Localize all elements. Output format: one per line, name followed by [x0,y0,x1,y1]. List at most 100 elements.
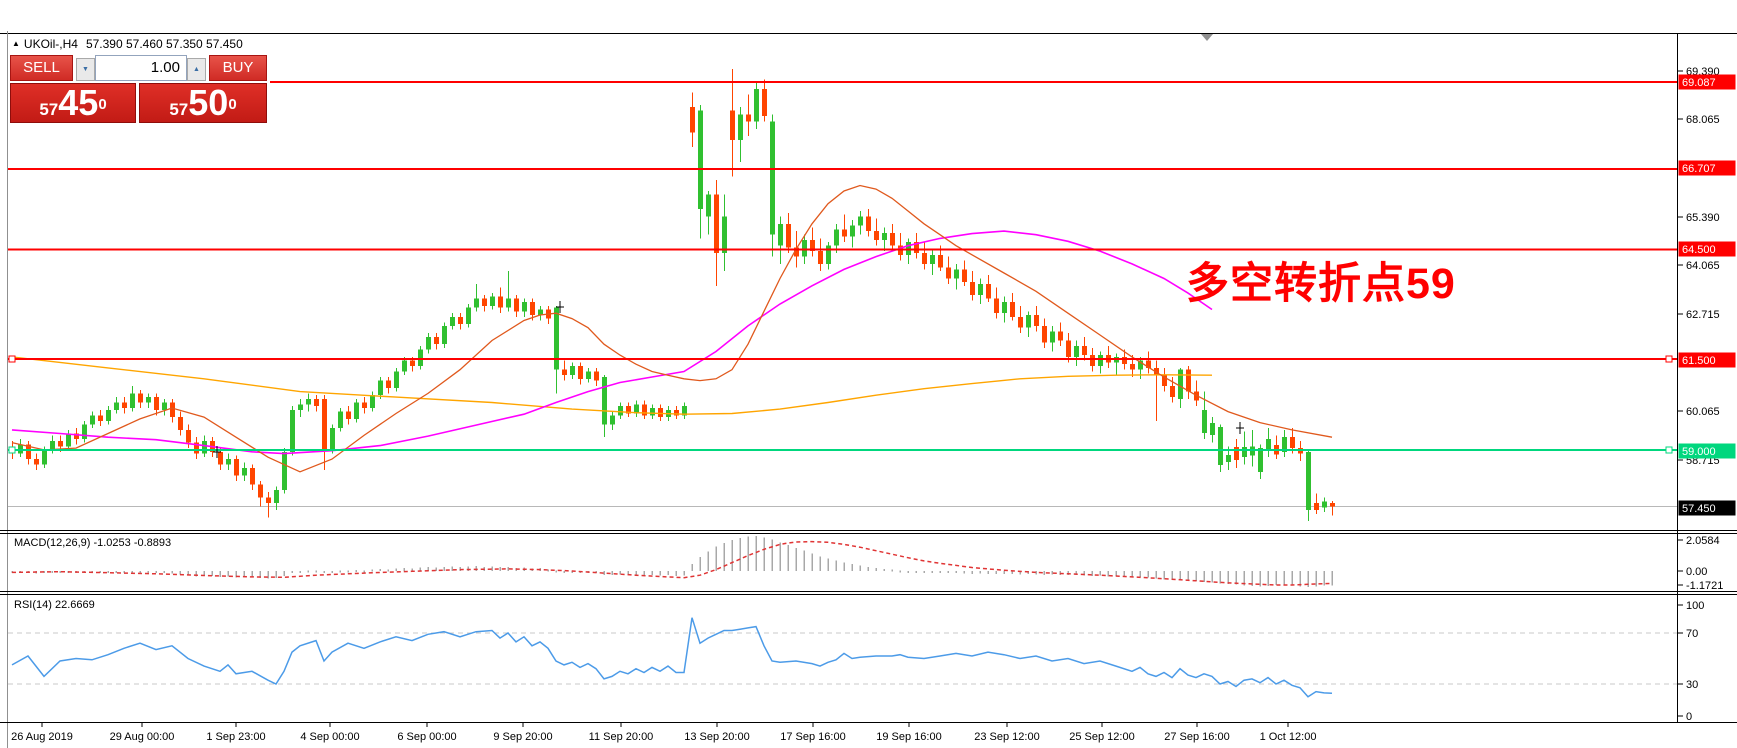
candle-body [1178,369,1183,399]
candle-body [882,232,887,241]
candle-body [90,415,95,425]
date-label: 1 Sep 23:00 [206,731,265,743]
macd-histogram-bar [387,569,389,572]
candle-body [362,402,367,408]
buy-price-display[interactable]: 57 50 0 [139,83,267,123]
candle-body [242,468,247,476]
macd-histogram-bar [707,551,709,571]
rsi-tick-label: 100 [1686,600,1704,612]
candle-body [754,88,759,122]
buy-price-prefix: 57 [169,100,189,119]
macd-histogram-bar [59,571,61,573]
sell-button[interactable]: SELL [10,55,73,81]
macd-histogram-bar [1211,571,1213,583]
candle-body [298,404,303,410]
candle-body [378,380,383,396]
macd-histogram-bar [283,571,285,576]
candle-body [514,298,519,312]
macd-histogram-bar [787,545,789,571]
candle-body [690,107,695,133]
macd-histogram-bar [891,569,893,572]
candle-body [730,110,735,140]
candle-body [474,298,479,308]
date-label: 11 Sep 20:00 [589,731,654,743]
macd-histogram-bar [1139,571,1141,577]
macd-histogram-bar [763,537,765,571]
macd-histogram-bar [403,567,405,571]
line-handle[interactable] [1665,446,1673,454]
date-label: 23 Sep 12:00 [974,731,1039,743]
rsi-indicator-label: RSI(14) 22.6669 [14,599,95,611]
volume-decrease-button[interactable]: ▼ [76,58,95,81]
macd-histogram-bar [1283,571,1285,585]
date-label: 4 Sep 00:00 [300,731,359,743]
macd-histogram-bar [779,542,781,571]
macd-histogram-bar [227,571,229,577]
candle-body [738,114,743,140]
candle-body [1074,345,1079,357]
candle-body [722,216,727,253]
candle-body [818,251,823,264]
macd-indicator-label: MACD(12,26,9) -1.0253 -0.8893 [14,537,172,549]
candle-body [58,440,63,447]
candle-body [122,402,127,408]
sell-price-prefix: 57 [39,100,59,119]
volume-increase-button[interactable]: ▲ [187,58,206,81]
volume-input[interactable]: 1.00 [95,55,187,81]
macd-histogram-bar [107,571,109,573]
macd-histogram-bar [691,564,693,571]
date-label: 26 Aug 2019 [11,731,73,743]
candle-body [66,433,71,447]
candle-body [786,223,791,248]
candle-body [1018,316,1023,328]
candle-body [130,393,135,408]
candle-body [994,298,999,314]
candle-body [706,194,711,217]
candle-body [946,267,951,279]
candle-body [930,254,935,264]
line-handle[interactable] [8,446,16,454]
candle-body [1258,448,1263,472]
candle-body [1290,437,1295,449]
macd-histogram-bar [1219,571,1221,584]
candle-body [602,376,607,425]
macd-histogram-bar [995,571,997,574]
sell-price-sup: 0 [98,96,107,113]
candle-body [354,402,359,419]
macd-histogram-bar [811,553,813,571]
candle-body [466,307,471,325]
candle-body [530,302,535,315]
macd-histogram-bar [931,571,933,573]
candle-body [506,298,511,308]
macd-histogram-bar [219,571,221,577]
macd-histogram-bar [291,571,293,574]
buy-button[interactable]: BUY [209,55,267,81]
collapse-triangle-icon[interactable]: ▲ [12,39,20,48]
candle-body [562,369,567,376]
macd-histogram-bar [1259,571,1261,587]
candle-body [410,360,415,367]
macd-histogram-bar [323,571,325,573]
macd-histogram-bar [939,571,941,573]
candle-body [426,336,431,350]
macd-histogram-bar [443,566,445,571]
macd-histogram-bar [643,571,645,576]
macd-histogram-bar [299,571,301,573]
candle-body [1322,501,1327,508]
line-handle[interactable] [8,355,16,363]
macd-histogram-bar [899,570,901,573]
macd-histogram-bar [1195,571,1197,582]
candle-body [330,428,335,450]
candle-body [42,449,47,465]
candle-body [282,451,287,491]
macd-histogram-bar [675,571,677,576]
candle-body [850,225,855,237]
sell-price-display[interactable]: 57 45 0 [10,83,136,123]
candle-body [650,407,655,416]
line-handle[interactable] [1665,355,1673,363]
macd-histogram-bar [715,546,717,571]
rsi-tick-label: 0 [1686,711,1692,723]
candle-body [698,110,703,210]
candle-body [658,407,663,418]
macd-histogram-bar [1323,571,1325,586]
